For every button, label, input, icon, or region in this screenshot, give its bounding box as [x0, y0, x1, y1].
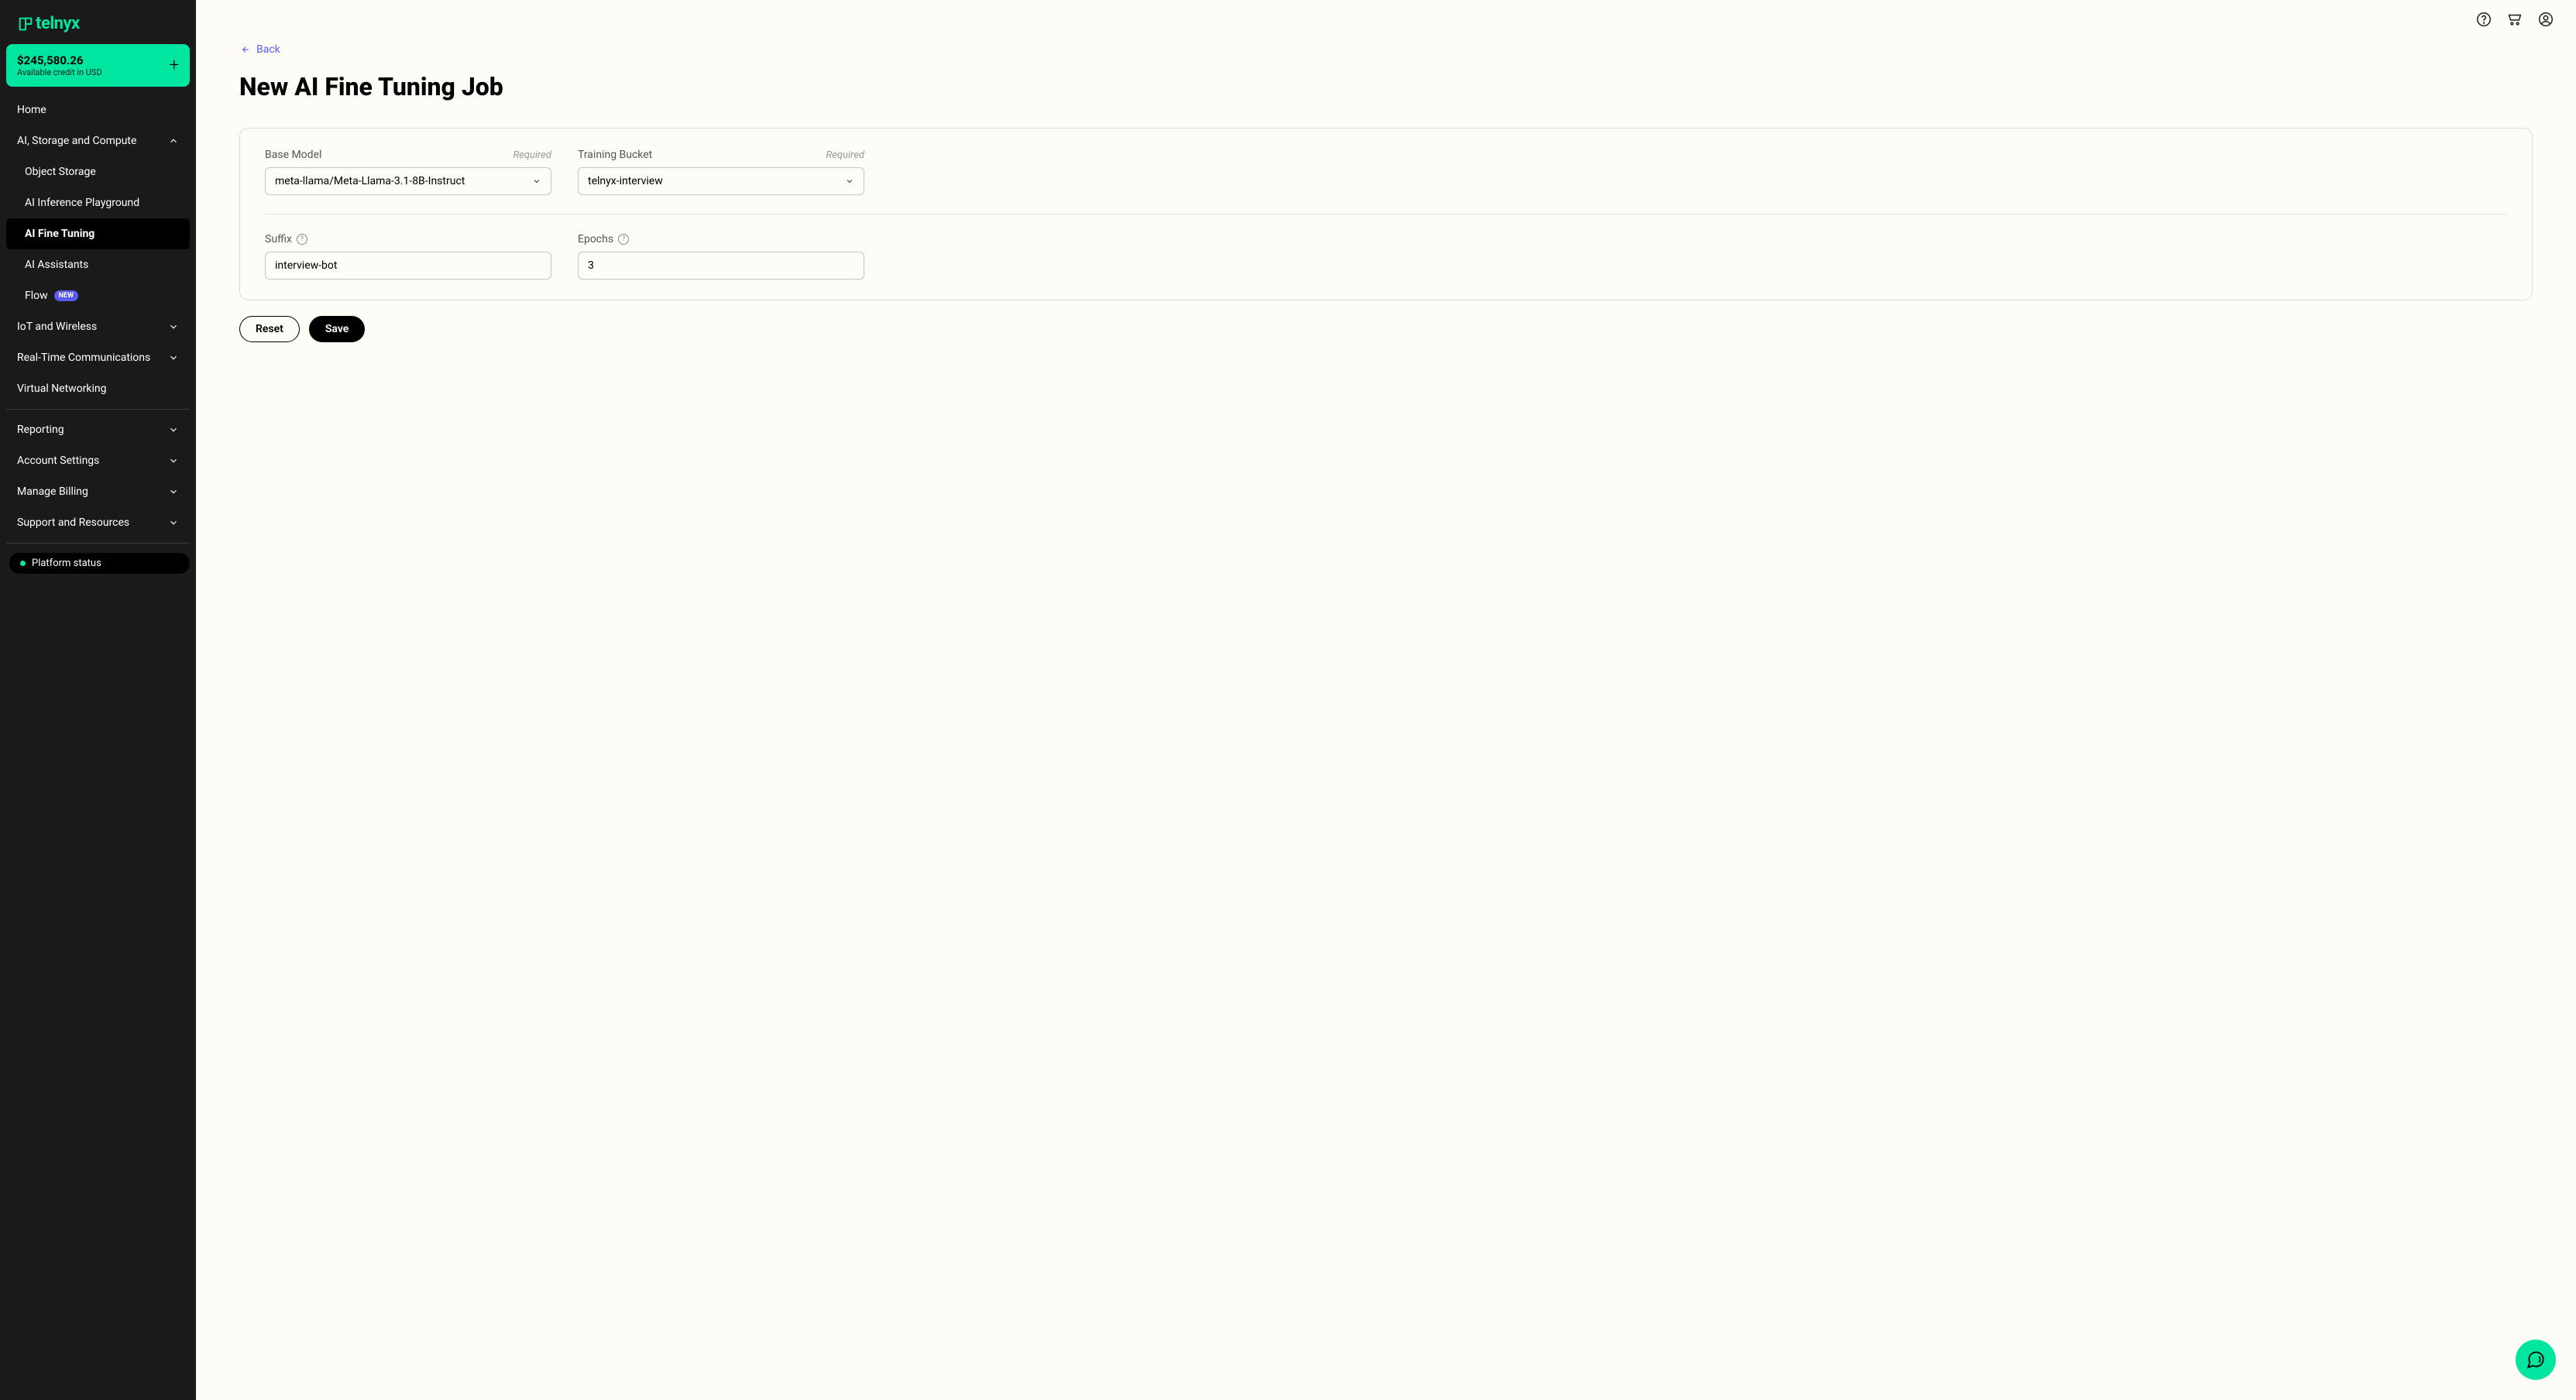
flow-new-badge: NEW: [54, 290, 78, 301]
required-label: Required: [826, 149, 864, 161]
button-row: Reset Save: [239, 316, 2533, 342]
sidebar: telnyx $245,580.26 Available credit in U…: [0, 0, 196, 1400]
nav-ai-assistants[interactable]: AI Assistants: [6, 249, 190, 280]
chevron-down-icon: [168, 321, 179, 332]
chevron-down-icon: [168, 424, 179, 435]
nav-iot-label: IoT and Wireless: [17, 321, 97, 333]
nav-reporting[interactable]: Reporting: [6, 414, 190, 445]
nav-home-label: Home: [17, 104, 46, 116]
help-icon[interactable]: [2475, 11, 2492, 28]
epochs-label: Epochs ?: [578, 233, 629, 245]
logo[interactable]: telnyx: [6, 8, 190, 44]
training-bucket-value: telnyx-interview: [588, 175, 663, 187]
credit-label: Available credit in USD: [17, 67, 102, 77]
nav-ai-fine-tuning-label: AI Fine Tuning: [25, 228, 94, 240]
nav-flow-label: Flow: [25, 290, 48, 302]
nav-flow[interactable]: Flow NEW: [6, 280, 190, 311]
nav-ai-inference-label: AI Inference Playground: [25, 197, 139, 209]
nav-object-storage-label: Object Storage: [25, 166, 96, 178]
save-button[interactable]: Save: [309, 316, 365, 342]
nav-rtc[interactable]: Real-Time Communications: [6, 342, 190, 373]
help-icon[interactable]: ?: [297, 234, 307, 245]
training-bucket-group: Training Bucket Required telnyx-intervie…: [578, 149, 864, 195]
nav-ai-inference[interactable]: AI Inference Playground: [6, 187, 190, 218]
chat-icon: [2526, 1350, 2546, 1370]
nav-rtc-label: Real-Time Communications: [17, 352, 150, 364]
divider: [6, 409, 190, 410]
status-label: Platform status: [32, 558, 101, 569]
top-bar: [196, 0, 2576, 39]
chevron-up-icon: [168, 136, 179, 146]
base-model-select[interactable]: meta-llama/Meta-Llama-3.1-8B-Instruct: [265, 167, 551, 195]
page-title: New AI Fine Tuning Job: [239, 72, 2533, 101]
suffix-label: Suffix ?: [265, 233, 307, 245]
training-bucket-label: Training Bucket: [578, 149, 652, 161]
nav-billing-label: Manage Billing: [17, 486, 88, 498]
main: Back New AI Fine Tuning Job Base Model R…: [196, 0, 2576, 1400]
status-dot-icon: [20, 561, 26, 566]
nav-support-label: Support and Resources: [17, 516, 129, 529]
user-icon[interactable]: [2537, 11, 2554, 28]
nav-vn-label: Virtual Networking: [17, 383, 107, 395]
nav-ai-section[interactable]: AI, Storage and Compute: [6, 125, 190, 156]
back-link[interactable]: Back: [239, 43, 280, 56]
back-label: Back: [256, 43, 280, 56]
nav-billing[interactable]: Manage Billing: [6, 476, 190, 507]
chevron-down-icon: [845, 177, 854, 186]
nav-account-label: Account Settings: [17, 455, 99, 467]
chat-bubble[interactable]: [2516, 1340, 2556, 1380]
credit-amount: $245,580.26: [17, 53, 102, 67]
required-label: Required: [513, 149, 551, 161]
form-card: Base Model Required meta-llama/Meta-Llam…: [239, 128, 2533, 300]
credit-box[interactable]: $245,580.26 Available credit in USD +: [6, 44, 190, 87]
base-model-value: meta-llama/Meta-Llama-3.1-8B-Instruct: [275, 175, 465, 187]
epochs-group: Epochs ?: [578, 233, 864, 280]
base-model-group: Base Model Required meta-llama/Meta-Llam…: [265, 149, 551, 195]
content: Back New AI Fine Tuning Job Base Model R…: [196, 39, 2576, 342]
chevron-down-icon: [168, 486, 179, 497]
brand-text: telnyx: [36, 14, 80, 33]
divider: [6, 543, 190, 544]
chevron-down-icon: [168, 352, 179, 363]
nav-support[interactable]: Support and Resources: [6, 507, 190, 538]
chevron-down-icon: [168, 455, 179, 466]
nav-vn[interactable]: Virtual Networking: [6, 373, 190, 404]
nav-home[interactable]: Home: [6, 94, 190, 125]
reset-button[interactable]: Reset: [239, 316, 300, 342]
nav-ai-fine-tuning[interactable]: AI Fine Tuning: [6, 218, 190, 249]
base-model-label: Base Model: [265, 149, 321, 161]
nav-account[interactable]: Account Settings: [6, 445, 190, 476]
add-credit-icon[interactable]: +: [170, 56, 179, 75]
nav-ai-assistants-label: AI Assistants: [25, 259, 88, 271]
arrow-left-icon: [239, 44, 250, 55]
suffix-group: Suffix ?: [265, 233, 551, 280]
epochs-input[interactable]: [578, 252, 864, 280]
platform-status[interactable]: Platform status: [9, 553, 190, 574]
nav-ai-section-label: AI, Storage and Compute: [17, 135, 136, 147]
nav-reporting-label: Reporting: [17, 424, 64, 436]
logo-icon: [17, 15, 34, 33]
nav-iot[interactable]: IoT and Wireless: [6, 311, 190, 342]
nav-object-storage[interactable]: Object Storage: [6, 156, 190, 187]
training-bucket-select[interactable]: telnyx-interview: [578, 167, 864, 195]
help-icon[interactable]: ?: [618, 234, 629, 245]
cart-icon[interactable]: [2506, 11, 2523, 28]
chevron-down-icon: [532, 177, 541, 186]
chevron-down-icon: [168, 517, 179, 528]
suffix-input[interactable]: [265, 252, 551, 280]
